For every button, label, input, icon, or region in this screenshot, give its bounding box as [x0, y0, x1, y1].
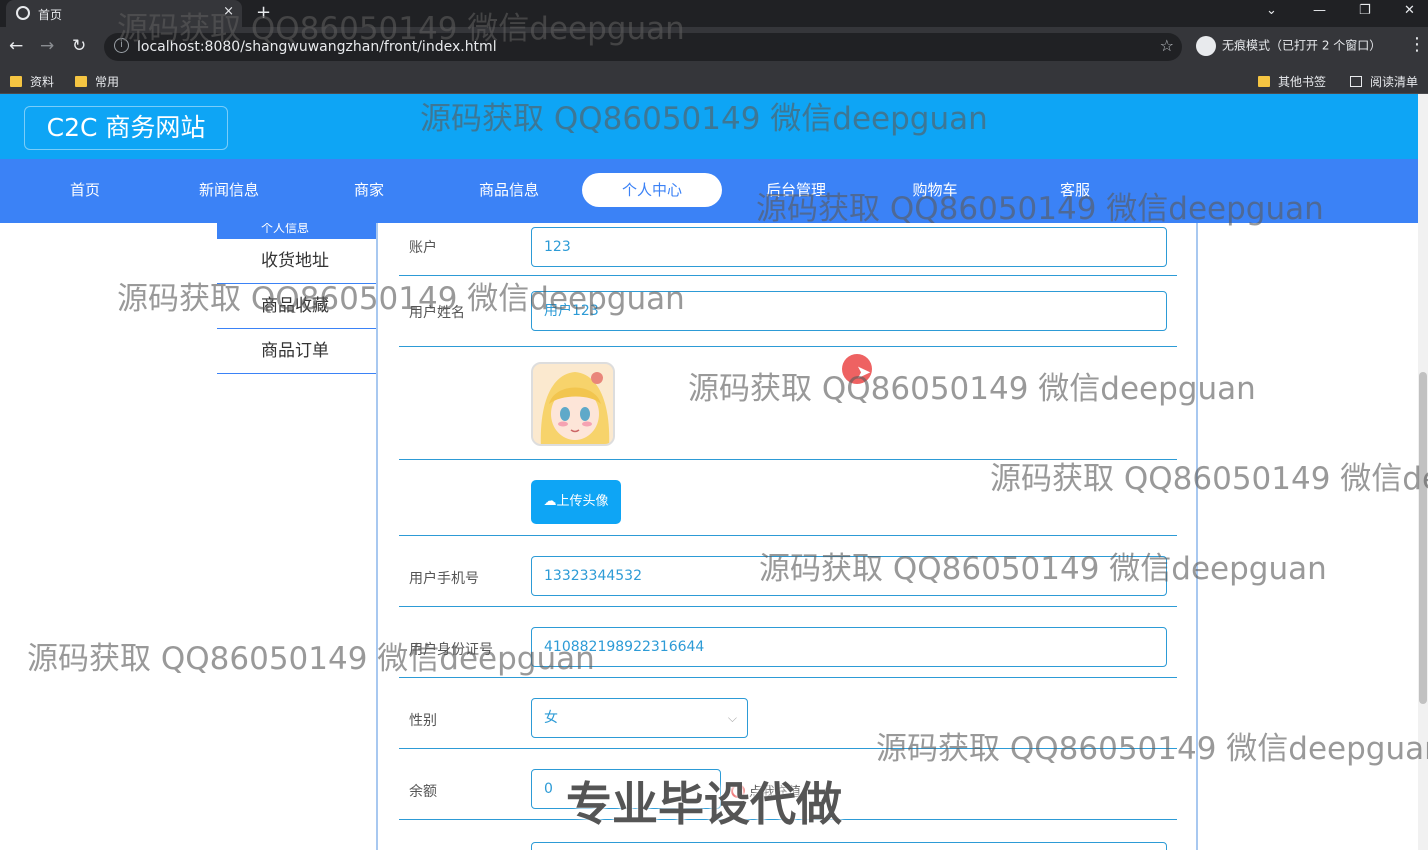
incognito-icon	[1196, 36, 1216, 56]
bookmark-label: 阅读清单	[1370, 75, 1419, 89]
user-side-menu: 个人信息 收货地址 商品收藏 商品订单	[217, 223, 377, 374]
close-window-button[interactable]: ✕	[1404, 3, 1415, 18]
side-item-address[interactable]: 收货地址	[217, 239, 377, 284]
bookmark-star-icon[interactable]: ☆	[1160, 36, 1174, 55]
name-label: 用户姓名	[409, 305, 465, 321]
name-input[interactable]: 用户123	[531, 291, 1167, 331]
side-item-orders[interactable]: 商品订单	[217, 329, 377, 374]
gender-label: 性别	[409, 713, 437, 729]
nav-home[interactable]: 首页	[45, 173, 125, 207]
profile-form: 账户 123 用户姓名 用户123 ☁上传头像 用户手机号 1332334453…	[376, 223, 1198, 850]
bookmark-label: 资料	[30, 75, 55, 89]
form-row-avatar	[399, 347, 1177, 460]
phone-input[interactable]: 13323344532	[531, 556, 1167, 596]
folder-icon	[10, 76, 22, 87]
nav-user-center[interactable]: 个人中心	[582, 173, 722, 207]
folder-icon	[75, 76, 87, 87]
overlay-banner-text: 专业毕设代做	[566, 777, 842, 831]
form-row-name: 用户姓名 用户123	[399, 276, 1177, 347]
reload-icon[interactable]: ↻	[72, 36, 86, 56]
side-item-favorites[interactable]: 商品收藏	[217, 284, 377, 329]
browser-tab[interactable]: 首页 ×	[6, 0, 242, 27]
nav-service[interactable]: 客服	[1035, 173, 1115, 207]
form-row-account: 账户 123	[399, 223, 1177, 276]
incognito-label: 无痕模式（已打开 2 个窗口）	[1222, 38, 1382, 53]
nav-merchants[interactable]: 商家	[329, 173, 409, 207]
forward-arrow-icon[interactable]: →	[40, 36, 54, 56]
form-row-phone: 用户手机号 13323344532	[399, 536, 1177, 607]
account-input[interactable]: 123	[531, 227, 1167, 267]
url-text[interactable]: localhost:8080/shangwuwangzhan/front/ind…	[137, 39, 497, 55]
cloud-upload-icon: ☁	[543, 494, 557, 509]
site-logo[interactable]: C2C 商务网站	[24, 106, 228, 150]
bookmarks-bar: 资料 常用 其他书签 阅读清单	[0, 67, 1428, 94]
avatar-image	[531, 362, 615, 446]
browser-tab-strip: 首页 × + ⌄ — ❐ ✕	[0, 0, 1428, 27]
reading-list[interactable]: 阅读清单	[1350, 73, 1418, 90]
bookmark-folder-other[interactable]: 其他书签	[1258, 73, 1326, 90]
main-nav: 首页 新闻信息 商家 商品信息 个人中心 后台管理 购物车 客服	[0, 159, 1418, 223]
page-viewport: C2C 商务网站 首页 新闻信息 商家 商品信息 个人中心 后台管理 购物车 客…	[0, 94, 1418, 850]
form-row-gender: 性别 女 ⌵	[399, 678, 1177, 749]
tab-close-icon[interactable]: ×	[223, 4, 234, 19]
nav-products[interactable]: 商品信息	[465, 173, 553, 207]
globe-icon	[16, 6, 30, 20]
account-label: 账户	[409, 240, 437, 256]
mouse-cursor-icon: ➤	[856, 362, 872, 383]
tab-title: 首页	[38, 8, 63, 22]
bookmark-folder-ziliao[interactable]: 资料	[10, 73, 54, 90]
balance-label: 余额	[409, 784, 437, 800]
address-bar[interactable]: i localhost:8080/shangwuwangzhan/front/i…	[104, 33, 1182, 61]
idcard-label: 用户身份证号	[409, 642, 493, 658]
folder-icon	[1258, 76, 1270, 87]
gender-value: 女	[544, 710, 558, 726]
browser-toolbar: ← → ↻ i localhost:8080/shangwuwangzhan/f…	[0, 27, 1428, 67]
form-row-idcard: 用户身份证号 410882198922316644	[399, 607, 1177, 678]
form-row-upload: ☁上传头像	[399, 460, 1177, 536]
nav-admin[interactable]: 后台管理	[752, 173, 840, 207]
bookmark-folder-changyong[interactable]: 常用	[75, 73, 119, 90]
back-arrow-icon[interactable]: ←	[9, 36, 23, 56]
bookmark-label: 常用	[95, 75, 120, 89]
browser-menu-icon[interactable]: ⋮	[1408, 34, 1426, 55]
minimize-button[interactable]: —	[1313, 3, 1326, 18]
site-header: C2C 商务网站	[0, 94, 1418, 159]
nav-news[interactable]: 新闻信息	[185, 173, 273, 207]
site-info-icon[interactable]: i	[114, 38, 129, 53]
side-item-profile[interactable]: 个人信息	[217, 223, 377, 239]
chevron-down-icon: ⌵	[727, 711, 737, 725]
next-input[interactable]	[531, 842, 1167, 850]
nav-cart[interactable]: 购物车	[895, 173, 975, 207]
maximize-button[interactable]: ❐	[1359, 3, 1371, 18]
reading-list-icon	[1350, 76, 1362, 87]
idcard-input[interactable]: 410882198922316644	[531, 627, 1167, 667]
new-tab-button[interactable]: +	[256, 2, 271, 23]
gender-select[interactable]: 女 ⌵	[531, 698, 748, 738]
upload-avatar-button[interactable]: ☁上传头像	[531, 480, 621, 524]
page-scrollbar[interactable]	[1418, 94, 1428, 850]
incognito-indicator[interactable]: 无痕模式（已打开 2 个窗口）	[1196, 36, 1381, 56]
phone-label: 用户手机号	[409, 571, 479, 587]
bookmark-label: 其他书签	[1278, 75, 1327, 89]
scrollbar-thumb[interactable]	[1419, 372, 1427, 704]
upload-button-label: 上传头像	[556, 494, 609, 509]
tab-search-icon[interactable]: ⌄	[1266, 3, 1277, 18]
